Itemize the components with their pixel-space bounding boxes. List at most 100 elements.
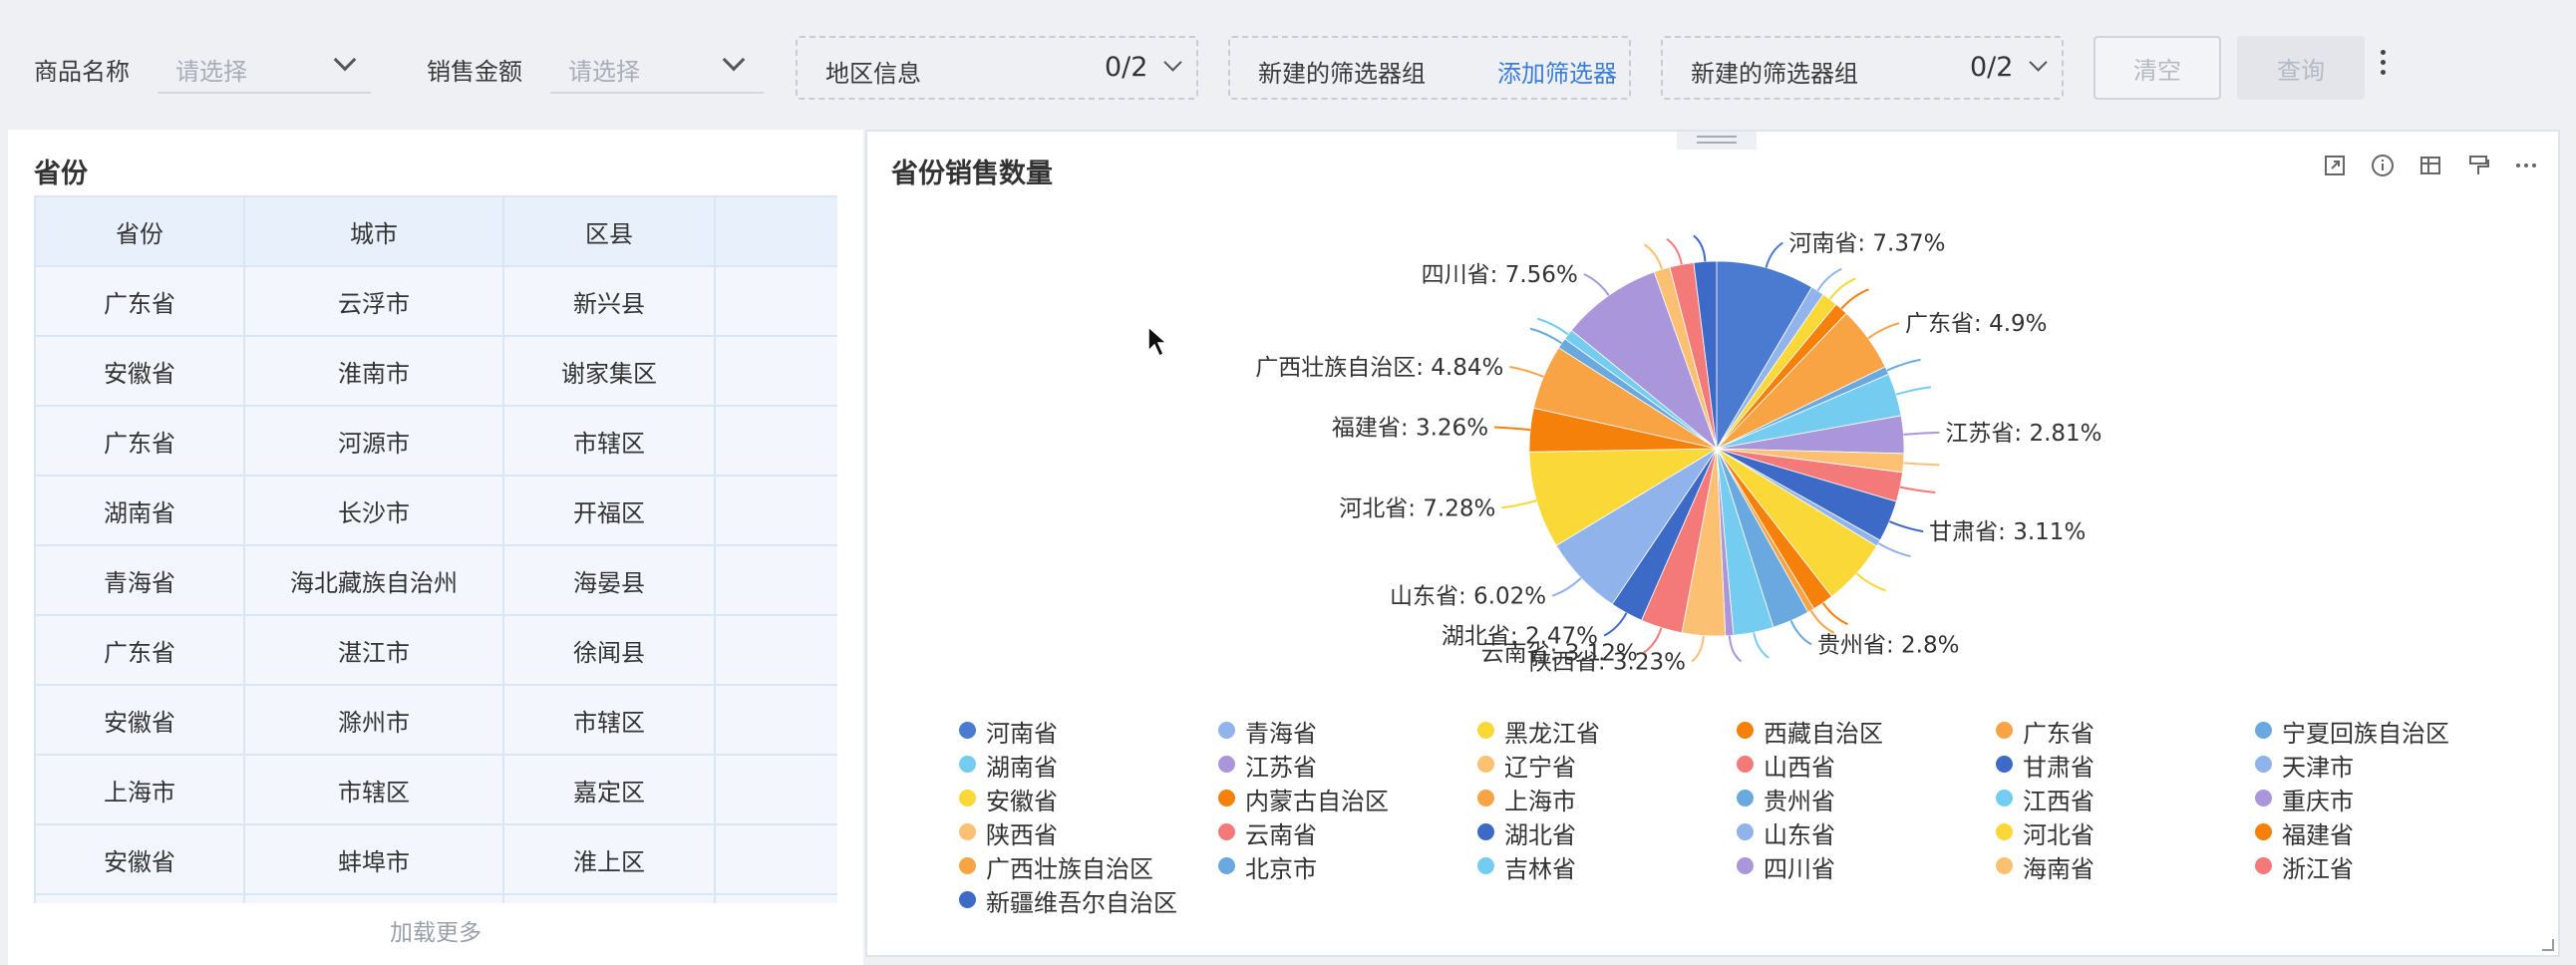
query-button[interactable]: 查询: [2237, 36, 2365, 100]
table-row[interactable]: 广东省 湛江市 徐闻县: [34, 614, 837, 686]
legend-label: 辽宁省: [1504, 754, 1576, 782]
resize-handle[interactable]: [2542, 939, 2554, 951]
table-cell: 嘉定区: [502, 754, 716, 825]
table-cell: 长沙市: [243, 475, 504, 546]
pie-leader-line: [1899, 485, 1936, 493]
legend-label: 河南省: [986, 720, 1058, 748]
region-group-count: 0/2: [1105, 52, 1148, 83]
table-cell: 湛江市: [243, 614, 504, 686]
legend-swatch: [1218, 790, 1235, 806]
table-row[interactable]: 湖南省长沙市开福区65: [34, 475, 837, 546]
pie-leader-line: [1551, 577, 1582, 597]
table-row[interactable]: [34, 893, 837, 903]
table-row[interactable]: 广东省 河源市 市辖区: [34, 405, 837, 477]
legend-swatch: [1737, 756, 1754, 773]
legend-swatch: [2255, 857, 2272, 874]
pie-leader-line: [1509, 366, 1544, 378]
table-row[interactable]: 上海市 市辖区 嘉定区: [34, 754, 837, 825]
table-cell: 上海市: [34, 754, 245, 825]
pie-leader-line: [1867, 322, 1900, 340]
table-cell: 市辖区: [502, 684, 716, 756]
province-table-panel: 省份 省份 城市 区县 广东省 云浮市 新兴县 安徽省 淮南市 谢家集区 广东省 河源市 市辖区…: [8, 130, 863, 965]
pie-leader-line: [1903, 462, 1940, 467]
table-cell: [34, 893, 245, 903]
column-header-extra[interactable]: [714, 195, 837, 267]
legend-label: 甘肃省: [2023, 754, 2094, 782]
data-table: 省份 城市 区县 广东省 云浮市 新兴县 安徽省 淮南市 谢家集区 广东省 河源市 市辖区 湖南省…: [34, 195, 837, 903]
legend-swatch: [1477, 790, 1494, 806]
new-filter-group-2[interactable]: 新建的筛选器组 0/2: [1661, 36, 2064, 100]
pie-leader-line: [1501, 499, 1537, 509]
new-group-2-title: 新建的筛选器组: [1691, 60, 1858, 88]
legend-label: 海南省: [2023, 855, 2094, 883]
table-row[interactable]: 广东省 云浮市 新兴县: [34, 265, 837, 337]
pie-leader-line: [1643, 243, 1664, 270]
pie-leader-line: [1886, 358, 1921, 372]
pie-chart: 河南省: 7.37% 广东省: 4.9% 江苏省: 2.81% 甘肃省: 3.11% 贵…: [1255, 231, 2101, 676]
table-cell: 胶: [714, 544, 837, 616]
legend-swatch: [1218, 823, 1235, 840]
pie-leader-line: [1821, 602, 1848, 626]
legend-label: 河北省: [2023, 821, 2094, 849]
more-vertical-icon[interactable]: [2379, 50, 2387, 82]
pie-leader-line: [1855, 572, 1886, 592]
table-cell: [714, 893, 837, 903]
table-cell: [502, 893, 716, 903]
sales-amount-filter-label: 销售金额: [427, 58, 522, 86]
sales-amount-select-placeholder: 请选择: [568, 58, 640, 86]
region-filter-group[interactable]: 地区信息 0/2: [796, 36, 1198, 100]
clear-button[interactable]: 清空: [2093, 36, 2221, 100]
pie-data-label: 河南省: 7.37%: [1788, 231, 1945, 257]
pie-data-label: 江苏省: 2.81%: [1945, 421, 2101, 447]
sales-amount-select[interactable]: 请选择: [550, 38, 764, 94]
table-cell: 滁州市: [243, 684, 504, 756]
legend-label: 安徽省: [986, 788, 1058, 815]
table-row[interactable]: 安徽省 淮南市 谢家集区: [34, 335, 837, 407]
table-row[interactable]: 安徽省 滁州市 市辖区: [34, 684, 837, 756]
pie-data-label: 四川省: 7.56%: [1422, 262, 1578, 288]
legend-swatch: [1996, 857, 2013, 874]
legend-swatch: [1477, 823, 1494, 840]
table-cell: [714, 614, 837, 686]
legend-label: 山东省: [1764, 821, 1835, 849]
pie-data-label: 贵州省: 2.8%: [1817, 632, 1960, 658]
product-select-placeholder: 请选择: [175, 58, 247, 86]
pie-leader-line: [1877, 542, 1911, 558]
legend-label: 陕西省: [986, 821, 1058, 849]
product-filter-label: 商品名称: [34, 58, 130, 86]
table-row[interactable]: 安徽省 蚌埠市 淮上区: [34, 823, 837, 895]
table-cell: 新兴县: [502, 265, 716, 337]
table-header-row: 省份 城市 区县: [34, 195, 837, 267]
legend-label: 湖北省: [1504, 821, 1576, 849]
pie-leader-line: [1809, 609, 1835, 634]
table-viewport[interactable]: 省份 城市 区县 广东省 云浮市 新兴县 安徽省 淮南市 谢家集区 广东省 河源市 市辖区 湖南省…: [34, 195, 837, 903]
legend-swatch: [1218, 756, 1235, 773]
table-cell: 淮上区: [502, 823, 716, 895]
column-header-city[interactable]: 城市: [243, 195, 504, 267]
add-filter-link[interactable]: 添加筛选器: [1497, 54, 1617, 89]
column-header-district[interactable]: 区县: [502, 195, 716, 267]
table-cell: 湖南省: [34, 475, 245, 546]
legend-label: 新疆维吾尔自治区: [986, 889, 1177, 917]
pie-leader-line: [1840, 288, 1869, 310]
load-more-link[interactable]: 加载更多: [8, 913, 863, 947]
table-cell: 65: [714, 475, 837, 546]
legend-swatch: [959, 857, 976, 874]
legend-label: 西藏自治区: [1764, 720, 1883, 748]
pie-leader-line: [1789, 620, 1812, 646]
legend-label: 江西省: [2023, 788, 2094, 815]
legend-swatch: [2255, 756, 2272, 773]
product-select[interactable]: 请选择: [158, 38, 371, 94]
table-cell: 安徽省: [34, 684, 245, 756]
filter-bar: 商品名称 请选择 销售金额 请选择 地区信息 0/2 新建的筛选器组 添加筛选器…: [0, 0, 2576, 128]
column-header-province[interactable]: 省份: [34, 195, 245, 267]
table-cell: 广东省: [34, 265, 245, 337]
table-row[interactable]: 青海省海北藏族自治州海晏县胶: [34, 544, 837, 616]
legend-swatch: [1737, 722, 1754, 739]
legend-label: 广东省: [2023, 720, 2094, 748]
legend-label: 吉林省: [1504, 855, 1576, 883]
legend-label: 四川省: [1764, 855, 1835, 883]
legend-label: 云南省: [1245, 821, 1317, 849]
pie-leader-line: [1583, 273, 1610, 296]
new-filter-group-1: 新建的筛选器组 添加筛选器: [1228, 36, 1631, 100]
